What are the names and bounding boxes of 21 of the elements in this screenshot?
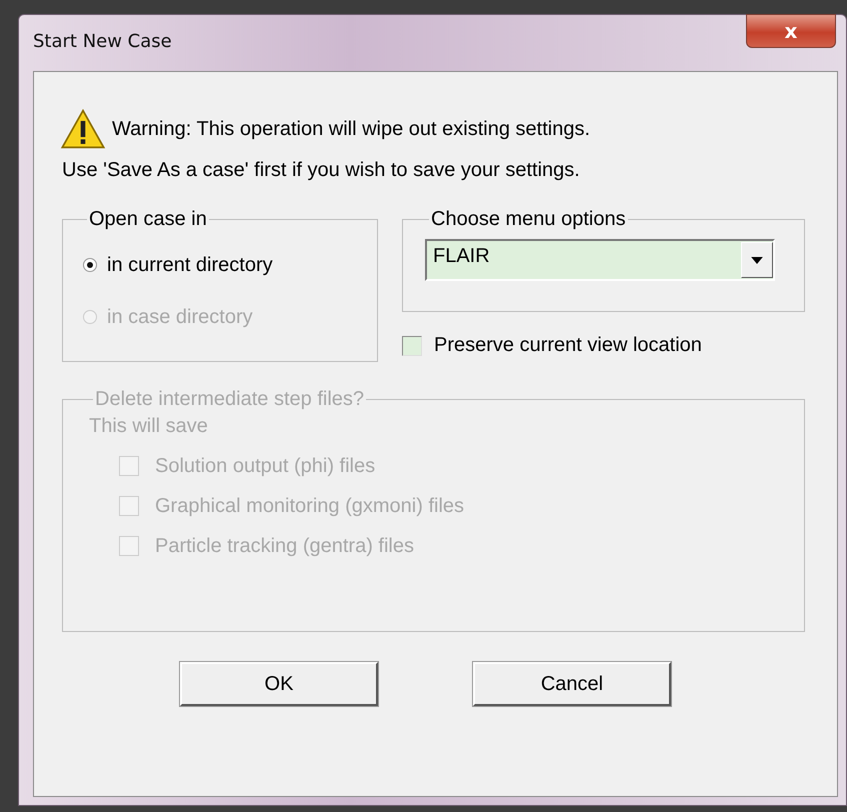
checkbox[interactable]: [402, 336, 422, 356]
window-title: Start New Case: [33, 31, 172, 52]
warning-text: Use 'Save As a case' first if you wish to save your settings.: [62, 159, 581, 182]
menu-options-dropdown[interactable]: FLAIR: [425, 239, 775, 281]
checkbox-label: Particle tracking (gentra) files: [155, 534, 414, 558]
checkbox-label: Graphical monitoring (gxmoni) files: [155, 494, 464, 518]
group-note: This will save: [89, 415, 209, 438]
checkbox-label: Solution output (phi) files: [155, 454, 376, 478]
radio-label: in current directory: [107, 254, 273, 276]
close-button[interactable]: x: [746, 14, 836, 48]
checkbox-label: Preserve current view location: [434, 334, 702, 357]
radio-label: in case directory: [107, 306, 253, 328]
group-label: Delete intermediate step files?: [94, 388, 366, 411]
dropdown-arrow-icon: [751, 256, 763, 264]
ok-button[interactable]: OK: [180, 662, 378, 706]
group-label: Open case in: [88, 208, 208, 231]
warning-icon: [60, 108, 106, 150]
radio-button[interactable]: [83, 258, 97, 272]
warning-text: Warning: This operation will wipe out existing settings.: [112, 118, 590, 140]
cancel-button[interactable]: Cancel: [473, 662, 671, 706]
group-label: Choose menu options: [430, 208, 627, 231]
